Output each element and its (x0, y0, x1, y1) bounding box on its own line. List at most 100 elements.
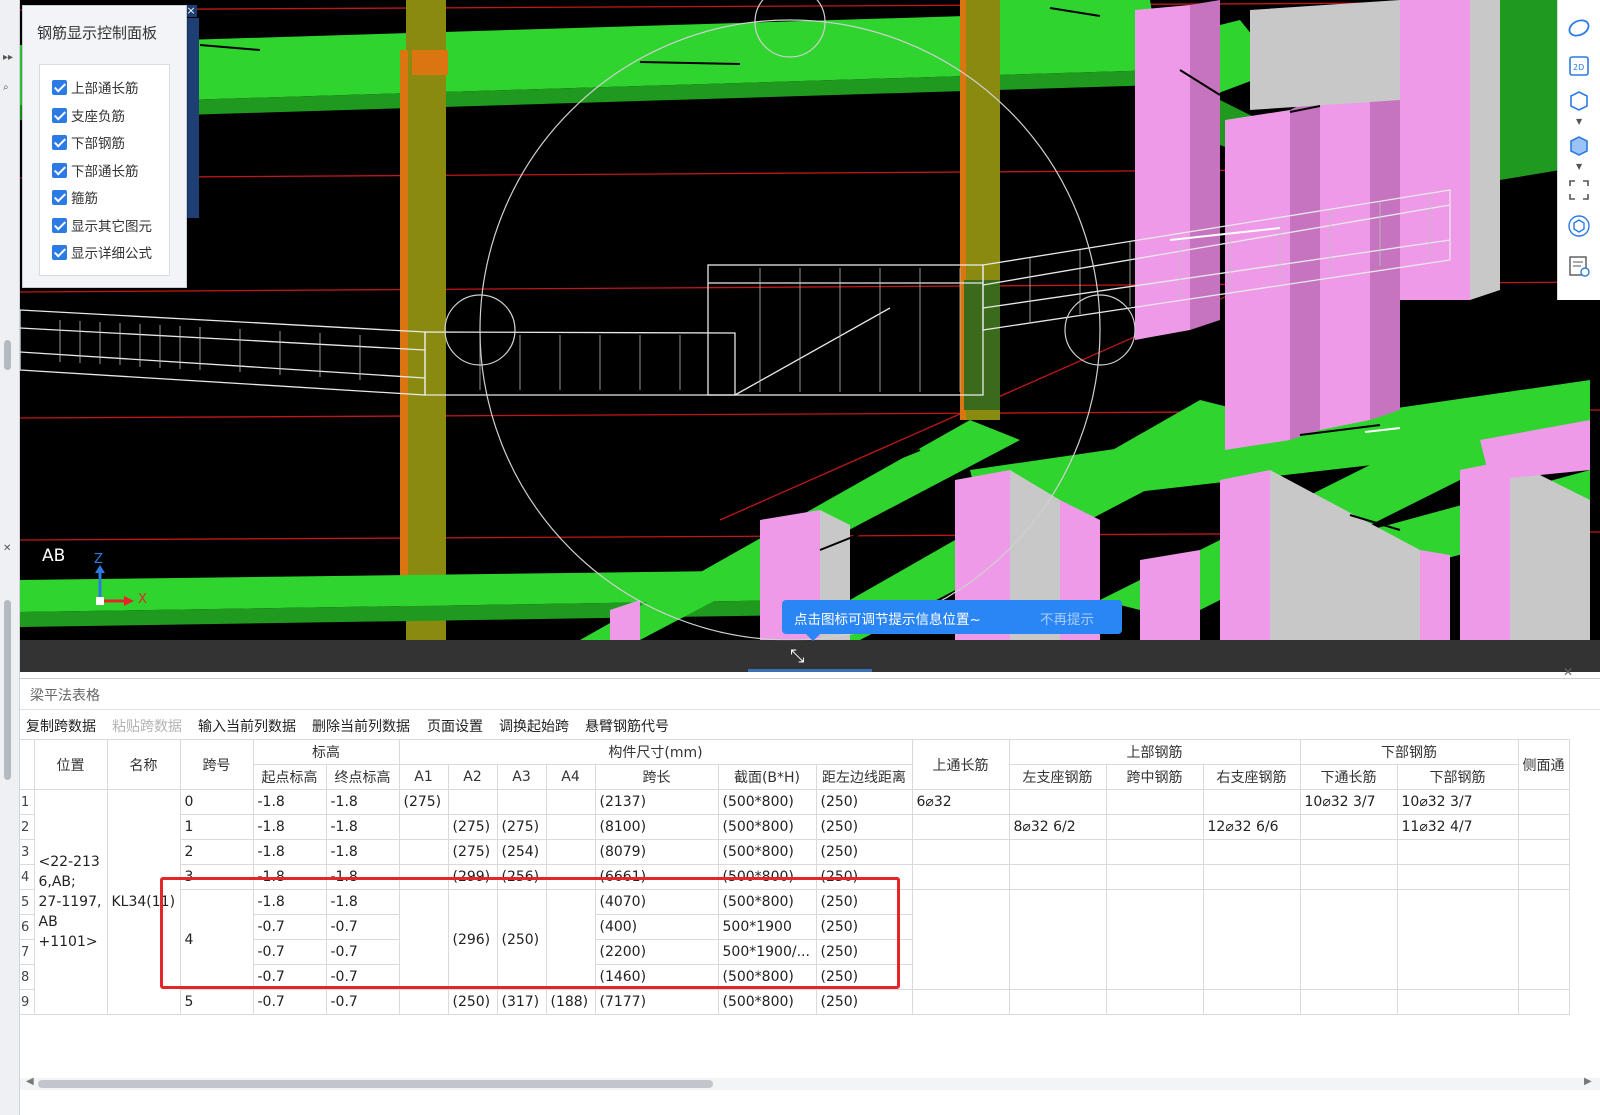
paste-span-button[interactable]: 粘贴跨数据 (112, 716, 182, 736)
table-row[interactable]: 2 1 -1.8 -1.8 (275) (275) (8100) (500*80… (20, 814, 1570, 840)
top-through-cell[interactable] (911, 814, 1010, 840)
a3-cell[interactable]: (275) (496, 814, 547, 840)
span-length-cell[interactable]: (7177) (594, 989, 719, 1015)
col-end-elevation[interactable]: 终点标高 (325, 764, 400, 790)
col-span-length[interactable]: 跨长 (594, 764, 719, 790)
span-cell[interactable]: 1 (179, 814, 254, 840)
position-cell[interactable]: <22-213 6,AB; 27-1197, AB +1101> (33, 789, 108, 1015)
col-top-through[interactable]: 上通长筋 (911, 739, 1010, 790)
a1-cell[interactable] (398, 989, 449, 1015)
table-row[interactable]: 1 <22-213 6,AB; 27-1197, AB +1101> KL34(… (20, 789, 1570, 1015)
end-elevation-cell[interactable]: -1.8 (325, 814, 400, 840)
span-cell[interactable]: 5 (179, 989, 254, 1015)
checkbox-icon[interactable] (52, 189, 67, 205)
close-icon[interactable]: ✕ (1563, 665, 1573, 679)
a3-cell[interactable] (496, 789, 547, 815)
2d-view-icon[interactable]: 2D (1567, 54, 1591, 78)
start-elevation-cell[interactable]: -1.8 (252, 839, 327, 865)
right-support-cell[interactable]: 12⌀32 6/6 (1202, 814, 1301, 840)
hint-dismiss-link[interactable]: 不再提示 (1040, 608, 1094, 628)
copy-span-button[interactable]: 复制跨数据 (26, 716, 96, 736)
span-length-cell[interactable]: (2137) (594, 789, 719, 815)
distance-cell[interactable]: (250) (815, 839, 913, 865)
mid-cell[interactable] (1105, 989, 1204, 1015)
mid-cell[interactable] (1105, 889, 1204, 990)
bottom-bar-cell[interactable] (1396, 839, 1519, 865)
col-bottom-bar[interactable]: 下部钢筋 (1396, 764, 1519, 790)
col-span[interactable]: 跨号 (179, 739, 254, 790)
right-support-cell[interactable] (1202, 839, 1301, 865)
delete-column-button[interactable]: 删除当前列数据 (312, 716, 410, 736)
left-support-cell[interactable] (1008, 789, 1107, 815)
col-distance[interactable]: 距左边线距离 (815, 764, 913, 790)
span-length-cell[interactable]: (8100) (594, 814, 719, 840)
col-a3[interactable]: A3 (496, 764, 547, 790)
close-icon[interactable]: ✕ (3, 543, 11, 554)
left-support-cell[interactable] (1008, 989, 1107, 1015)
distance-cell[interactable]: (250) (815, 989, 913, 1015)
checkbox-top-through-bar[interactable]: 上部通长筋 (52, 77, 139, 97)
top-through-cell[interactable] (911, 989, 1010, 1015)
a4-cell[interactable]: (188) (545, 989, 596, 1015)
splitter-handle[interactable] (748, 669, 872, 672)
mid-cell[interactable] (1105, 839, 1204, 865)
a1-cell[interactable] (398, 814, 449, 840)
col-a4[interactable]: A4 (545, 764, 596, 790)
side-cell[interactable] (1517, 814, 1570, 840)
section-cell[interactable]: (500*800) (717, 789, 817, 815)
checkbox-icon[interactable] (52, 79, 67, 95)
left-support-cell[interactable]: 8⌀32 6/2 (1008, 814, 1107, 840)
bottom-through-cell[interactable]: 10⌀32 3/7 (1299, 789, 1398, 815)
a2-cell[interactable] (447, 789, 498, 815)
page-setup-button[interactable]: 页面设置 (427, 716, 483, 736)
3d-viewport[interactable]: AB Z X ⤡ (20, 0, 1600, 672)
bottom-bar-cell[interactable]: 11⌀32 4/7 (1396, 814, 1519, 840)
span-length-cell[interactable]: (8079) (594, 839, 719, 865)
checkbox-bottom-bar[interactable]: 下部钢筋 (52, 132, 125, 152)
cantilever-code-button[interactable]: 悬臂钢筋代号 (585, 716, 669, 736)
a4-cell[interactable] (545, 839, 596, 865)
start-elevation-cell[interactable]: -0.7 (252, 989, 327, 1015)
fullscreen-icon[interactable] (1567, 178, 1591, 202)
top-through-cell[interactable] (911, 889, 1010, 990)
end-elevation-cell[interactable]: -1.8 (325, 789, 400, 815)
side-cell[interactable] (1517, 889, 1570, 990)
mid-cell[interactable] (1105, 789, 1204, 815)
view-cube-icon[interactable] (1567, 214, 1591, 238)
bottom-through-cell[interactable] (1299, 889, 1398, 990)
left-scrollbar-bottom[interactable] (4, 600, 11, 780)
checkbox-show-formula[interactable]: 显示详细公式 (52, 242, 152, 262)
right-support-cell[interactable] (1202, 789, 1301, 815)
distance-cell[interactable]: (250) (815, 814, 913, 840)
col-section[interactable]: 截面(B*H) (717, 764, 817, 790)
col-side[interactable]: 侧面通 (1517, 739, 1570, 790)
col-mid[interactable]: 跨中钢筋 (1105, 764, 1204, 790)
a4-cell[interactable] (545, 789, 596, 815)
a2-cell[interactable]: (275) (447, 839, 498, 865)
checkbox-icon[interactable] (52, 244, 67, 260)
expand-arrows-icon[interactable]: ▸▸ (3, 52, 13, 63)
a2-cell[interactable]: (250) (447, 989, 498, 1015)
bottom-through-cell[interactable] (1299, 864, 1398, 890)
bottom-through-cell[interactable] (1299, 814, 1398, 840)
side-cell[interactable] (1517, 864, 1570, 890)
a2-cell[interactable]: (275) (447, 814, 498, 840)
checkbox-show-other-elements[interactable]: 显示其它图元 (52, 215, 152, 235)
3d-box-icon[interactable] (1567, 88, 1591, 112)
end-elevation-cell[interactable]: -1.8 (325, 839, 400, 865)
scroll-left-icon[interactable]: ◀ (26, 1076, 34, 1087)
bottom-through-cell[interactable] (1299, 839, 1398, 865)
top-through-cell[interactable] (911, 864, 1010, 890)
col-bottom-through[interactable]: 下通长筋 (1299, 764, 1398, 790)
right-support-cell[interactable] (1202, 889, 1301, 990)
section-cell[interactable]: (500*800) (717, 989, 817, 1015)
checkbox-icon[interactable] (52, 134, 67, 150)
bottom-through-cell[interactable] (1299, 989, 1398, 1015)
top-through-cell[interactable]: 6⌀32 (911, 789, 1010, 815)
table-row[interactable]: 9 5 -0.7 -0.7 (250) (317) (188) (7177) (… (20, 989, 1570, 1015)
col-name[interactable]: 名称 (106, 739, 181, 790)
checkbox-bottom-through-bar[interactable]: 下部通长筋 (52, 160, 139, 180)
a3-cell[interactable]: (254) (496, 839, 547, 865)
chevron-down-icon[interactable]: ▼ (1576, 162, 1582, 171)
checkbox-support-negative-bar[interactable]: 支座负筋 (52, 105, 125, 125)
